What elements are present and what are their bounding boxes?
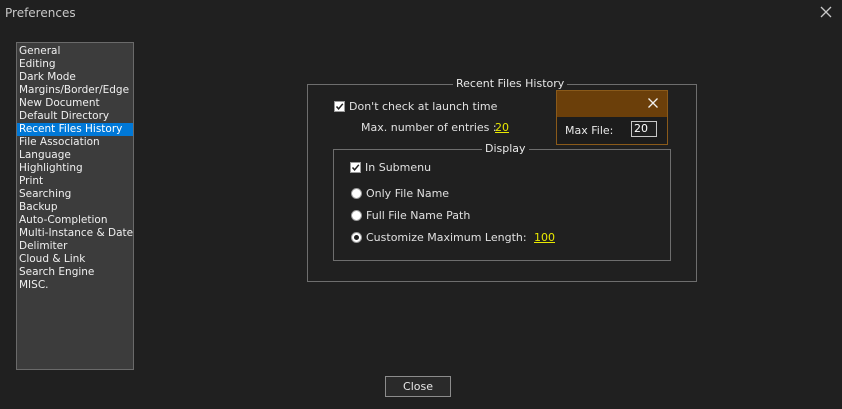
- radio-full-path-label: Full File Name Path: [366, 209, 471, 222]
- sidebar-item[interactable]: Dark Mode: [17, 71, 133, 84]
- radio-customize-length[interactable]: [351, 232, 362, 243]
- dont-check-row[interactable]: Don't check at launch time: [334, 100, 497, 113]
- sidebar-item[interactable]: New Document: [17, 97, 133, 110]
- sidebar-item[interactable]: Multi-Instance & Date: [17, 227, 133, 240]
- radio-full-path-row[interactable]: Full File Name Path: [351, 209, 470, 222]
- max-file-popup: Max File: 20: [556, 90, 668, 145]
- popup-header: [557, 91, 667, 117]
- popup-max-file-label: Max File:: [565, 124, 614, 137]
- close-button[interactable]: Close: [385, 376, 451, 397]
- in-submenu-row[interactable]: In Submenu: [350, 161, 431, 174]
- sidebar-item[interactable]: Auto-Completion: [17, 214, 133, 227]
- popup-close-icon[interactable]: [647, 97, 659, 109]
- radio-only-file-name[interactable]: [351, 188, 362, 199]
- sidebar-item[interactable]: Default Directory: [17, 110, 133, 123]
- sidebar-item[interactable]: Delimiter: [17, 240, 133, 253]
- sidebar-item[interactable]: Print: [17, 175, 133, 188]
- sidebar-item[interactable]: Search Engine: [17, 266, 133, 279]
- dont-check-checkbox[interactable]: [334, 101, 345, 112]
- radio-only-file-name-label: Only File Name: [366, 187, 450, 200]
- sidebar-item[interactable]: General: [17, 45, 133, 58]
- title-bar: Preferences: [0, 0, 842, 26]
- sidebar-item[interactable]: Editing: [17, 58, 133, 71]
- in-submenu-label: In Submenu: [365, 161, 432, 174]
- dont-check-label: Don't check at launch time: [349, 100, 498, 113]
- display-group-title: Display: [482, 142, 529, 156]
- radio-full-path[interactable]: [351, 210, 362, 221]
- radio-only-file-name-row[interactable]: Only File Name: [351, 187, 449, 200]
- radio-customize-row[interactable]: Customize Maximum Length:: [351, 231, 527, 244]
- max-entries-row: Max. number of entries :: [361, 121, 497, 134]
- sidebar-item[interactable]: Cloud & Link: [17, 253, 133, 266]
- sidebar-item[interactable]: File Association: [17, 136, 133, 149]
- recent-files-history-title: Recent Files History: [453, 77, 568, 91]
- window-title: Preferences: [5, 6, 76, 20]
- customize-length-value[interactable]: 100: [534, 231, 555, 244]
- sidebar-item[interactable]: Recent Files History: [17, 123, 133, 136]
- popup-max-file-input[interactable]: 20: [631, 121, 657, 137]
- max-entries-value-row[interactable]: 20: [495, 121, 509, 134]
- max-entries-label: Max. number of entries :: [361, 121, 497, 134]
- sidebar-item[interactable]: Highlighting: [17, 162, 133, 175]
- window-close-icon[interactable]: [818, 4, 834, 20]
- sidebar-item[interactable]: Margins/Border/Edge: [17, 84, 133, 97]
- preferences-category-list[interactable]: General Editing Dark Mode Margins/Border/Ed…: [16, 42, 134, 370]
- customize-value-row[interactable]: 100: [534, 231, 555, 244]
- sidebar-item[interactable]: Searching: [17, 188, 133, 201]
- radio-customize-label: Customize Maximum Length:: [366, 231, 527, 244]
- max-entries-value[interactable]: 20: [495, 121, 509, 134]
- in-submenu-checkbox[interactable]: [350, 162, 361, 173]
- sidebar-item[interactable]: Backup: [17, 201, 133, 214]
- sidebar-item[interactable]: Language: [17, 149, 133, 162]
- sidebar-item[interactable]: MISC.: [17, 279, 133, 292]
